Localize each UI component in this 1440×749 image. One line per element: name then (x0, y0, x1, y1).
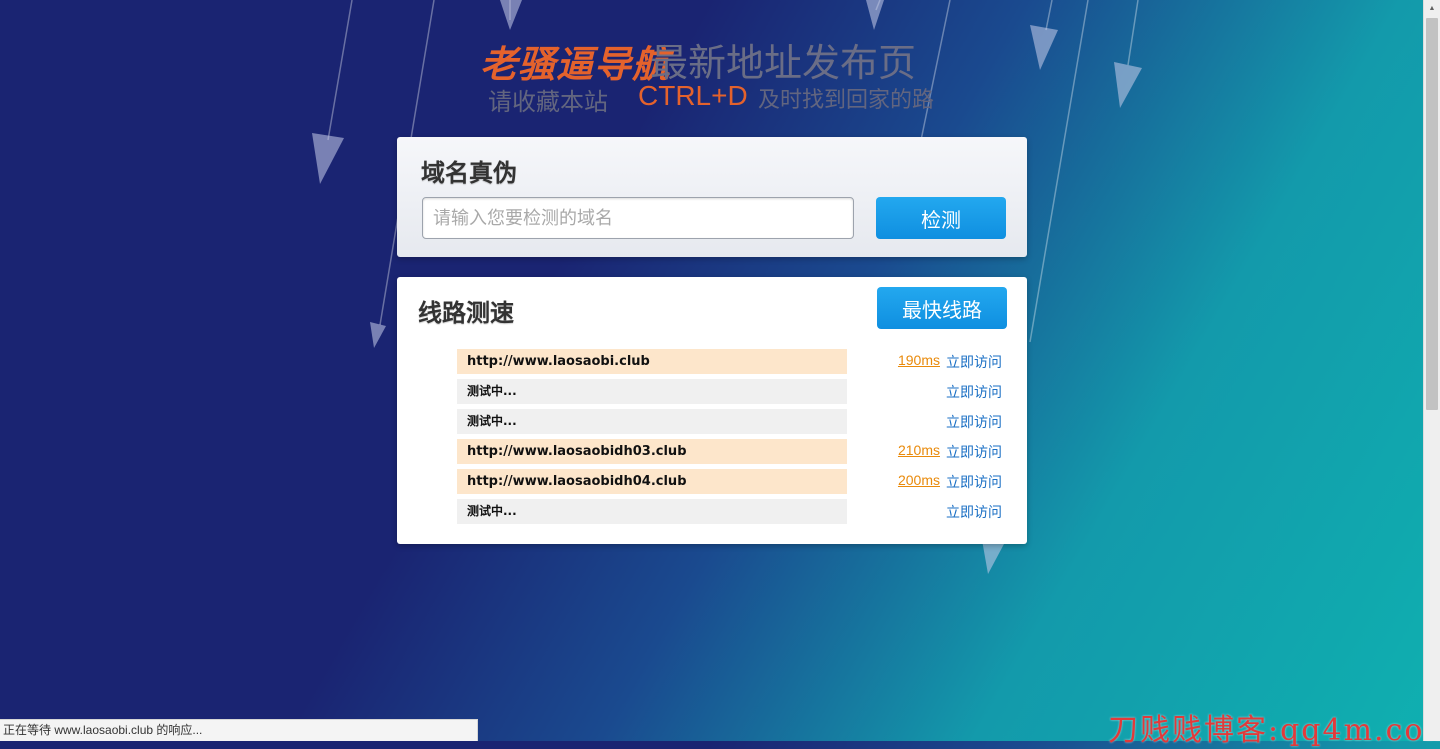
line-url: http://www.laosaobi.club (457, 349, 847, 374)
scroll-up-arrow-icon[interactable]: ▲ (1424, 0, 1440, 16)
check-domain-button[interactable]: 检测 (876, 197, 1006, 239)
bookmark-suffix-text: 及时找到回家的路 (758, 87, 935, 112)
line-item: http://www.laosaobidh03.club 210ms 立即访问 (457, 439, 1002, 464)
line-item: 测试中... 立即访问 (457, 409, 1002, 434)
fastest-line-button[interactable]: 最快线路 (877, 287, 1007, 329)
browser-status-bar: 正在等待 www.laosaobi.club 的响应... (0, 719, 478, 741)
visit-now-link[interactable]: 立即访问 (946, 472, 1002, 492)
line-url: http://www.laosaobidh04.club (457, 469, 847, 494)
line-url: 测试中... (457, 499, 847, 524)
page-headline: 最新地址发布页 (650, 43, 917, 85)
line-url: http://www.laosaobidh03.club (457, 439, 847, 464)
line-latency: 210ms (897, 442, 940, 458)
visit-now-link[interactable]: 立即访问 (946, 412, 1002, 432)
line-latency: 200ms (897, 472, 940, 488)
speed-test-panel: 线路测速 最快线路 http://www.laosaobi.club 190ms… (397, 277, 1027, 544)
visit-now-link[interactable]: 立即访问 (946, 502, 1002, 522)
page-header: 老骚逼导航 最新地址发布页 请收藏本站 CTRL+D 及时找到回家的路 (480, 30, 950, 120)
bookmark-shortcut-text: CTRL+D (638, 80, 748, 111)
line-item: 测试中... 立即访问 (457, 499, 1002, 524)
line-item: http://www.laosaobidh04.club 200ms 立即访问 (457, 469, 1002, 494)
speed-test-title: 线路测速 (418, 300, 514, 327)
visit-now-link[interactable]: 立即访问 (946, 382, 1002, 402)
blog-watermark: 刀贱贱博客:qq4m.com (1108, 713, 1440, 748)
domain-check-title: 域名真伪 (421, 160, 517, 187)
line-url: 测试中... (457, 409, 847, 434)
line-item: 测试中... 立即访问 (457, 379, 1002, 404)
bookmark-prefix-text: 请收藏本站 (488, 89, 608, 116)
page-scrollbar[interactable]: ▲ (1423, 0, 1440, 741)
domain-input[interactable] (422, 197, 854, 239)
visit-now-link[interactable]: 立即访问 (946, 352, 1002, 372)
scrollbar-thumb[interactable] (1426, 18, 1438, 410)
visit-now-link[interactable]: 立即访问 (946, 442, 1002, 462)
line-latency: 190ms (897, 352, 940, 368)
line-list: http://www.laosaobi.club 190ms 立即访问 测试中.… (457, 349, 1002, 529)
line-url: 测试中... (457, 379, 847, 404)
domain-check-panel: 域名真伪 检测 (397, 137, 1027, 257)
line-item: http://www.laosaobi.club 190ms 立即访问 (457, 349, 1002, 374)
